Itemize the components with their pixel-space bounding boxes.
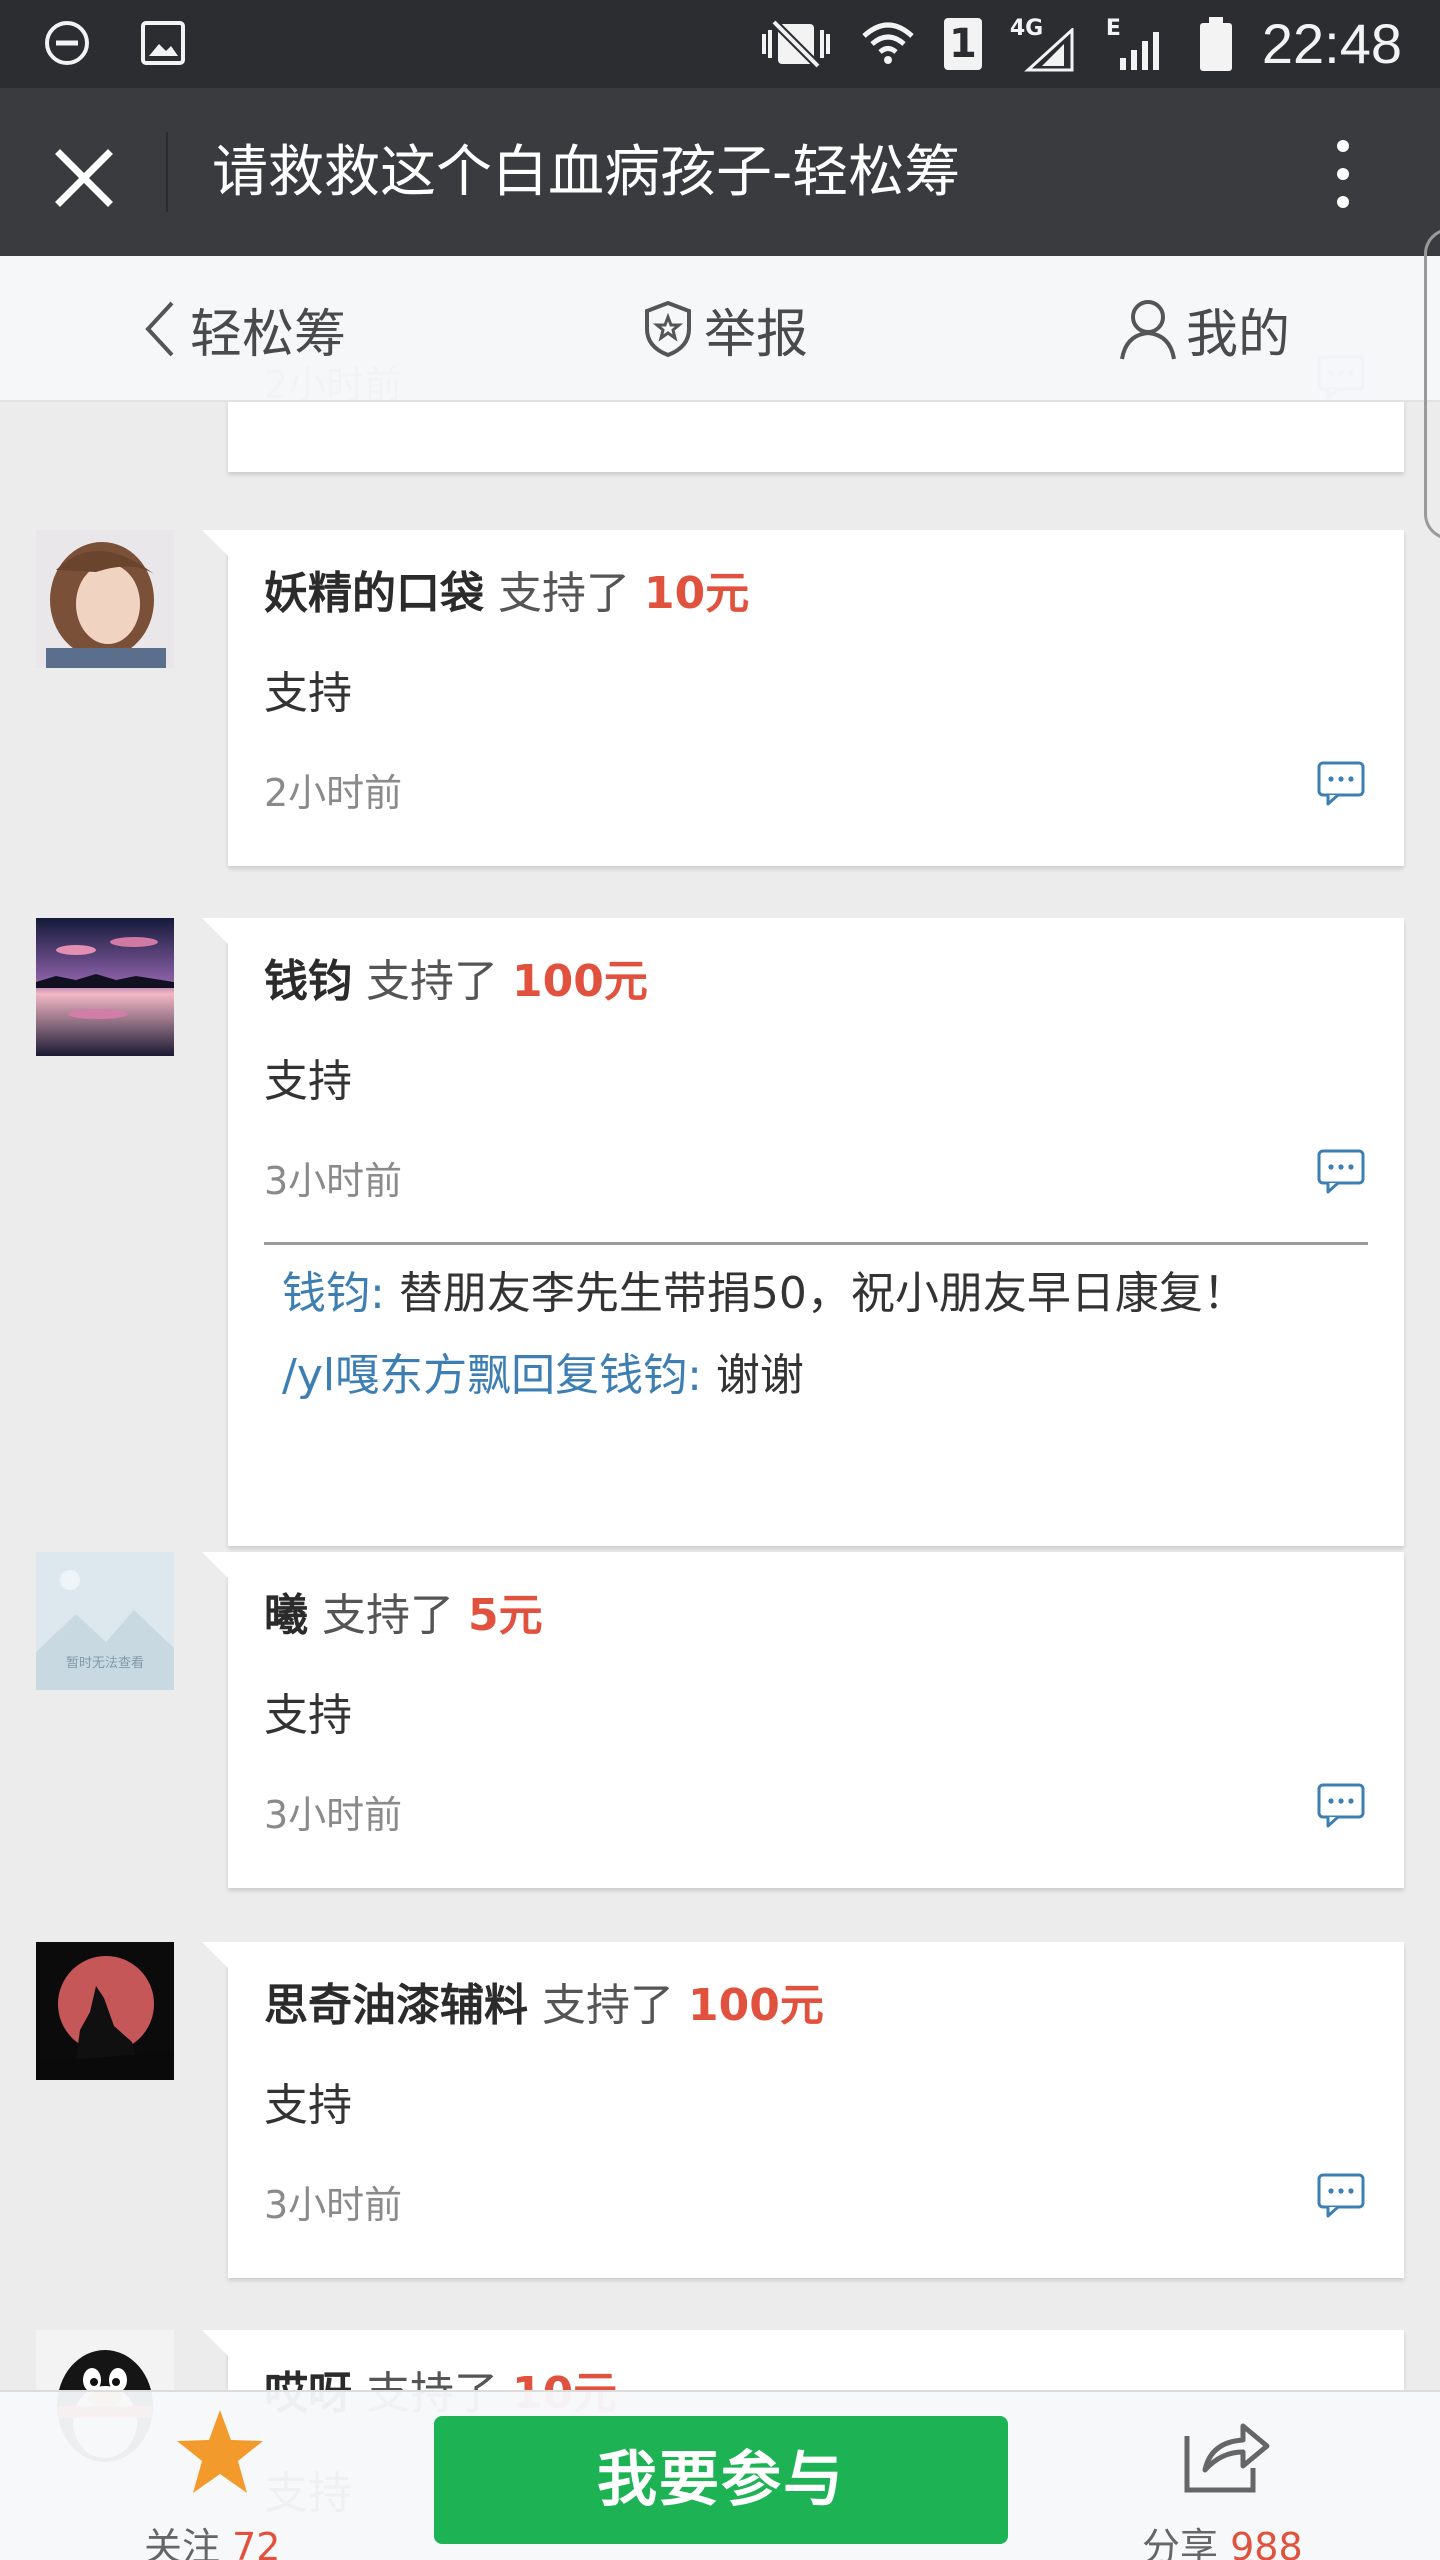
- donation-verb: 支持了: [498, 568, 630, 619]
- donation-verb: 支持了: [542, 1980, 674, 2031]
- mine-label: 我的: [1186, 304, 1291, 365]
- follow-label: 关注 72: [144, 2516, 280, 2560]
- image-icon: [141, 21, 185, 65]
- post-time: 3小时前: [264, 2183, 403, 2227]
- donation-amount: 10元: [644, 568, 750, 619]
- donor-name[interactable]: 钱钧: [264, 956, 352, 1007]
- donation-feed[interactable]: 2小时前 妖精的口袋: [0, 256, 1440, 2560]
- clock: 22:48: [1261, 12, 1402, 75]
- reply-text: 替朋友李先生带捐50，祝小朋友早日康复！: [398, 1268, 1247, 1319]
- follow-button[interactable]: 关注 72: [144, 2406, 290, 2560]
- avatar[interactable]: [36, 1942, 174, 2080]
- back-button[interactable]: 轻松筹: [140, 296, 346, 365]
- post-time: 3小时前: [264, 1159, 403, 1203]
- reply-thread: 钱钧: 替朋友李先生带捐50，祝小朋友早日康复！ /yl嘎东方飘回复钱钧: 谢谢: [264, 1242, 1368, 1407]
- donor-name[interactable]: 曦: [264, 1590, 308, 1641]
- app-root: 2小时前 妖精的口袋: [0, 0, 1440, 2560]
- share-count: 988: [1230, 2525, 1303, 2560]
- user-icon: [1120, 300, 1176, 360]
- donation-card: 钱钧 支持了 100元 支持 3小时前 钱钧: 替朋友李先生带捐50，祝小朋友早…: [202, 918, 1404, 1546]
- donation-card: 妖精的口袋 支持了 10元 支持 2小时前: [202, 530, 1404, 866]
- donation-header: 钱钧 支持了 100元: [264, 952, 648, 1012]
- signal-bars-icon: [1119, 32, 1159, 70]
- donation-header: 妖精的口袋 支持了 10元: [264, 564, 749, 624]
- donation-message: 支持: [264, 1056, 352, 1107]
- donation-message: 支持: [264, 2080, 352, 2131]
- donation-message: 支持: [264, 1690, 352, 1741]
- comment-icon[interactable]: [1316, 1780, 1366, 1830]
- avatar[interactable]: [36, 918, 174, 1056]
- star-icon: [177, 2410, 263, 2493]
- share-text: 分享: [1142, 2525, 1219, 2560]
- title-divider: [166, 132, 168, 212]
- donor-name[interactable]: 妖精的口袋: [264, 568, 484, 619]
- comment-icon[interactable]: [1316, 1146, 1366, 1196]
- donation-card: 思奇油漆辅料 支持了 100元 支持 3小时前: [202, 1942, 1404, 2278]
- reply-item[interactable]: /yl嘎东方飘回复钱钧: 谢谢: [264, 1345, 1368, 1407]
- title-bar: 请救救这个白血病孩子-轻松筹: [0, 88, 1440, 256]
- share-button[interactable]: 分享 988: [1142, 2412, 1303, 2560]
- list-item: 思奇油漆辅料 支持了 100元 支持 3小时前: [0, 1942, 1440, 2282]
- list-item: 妖精的口袋 支持了 10元 支持 2小时前: [0, 530, 1440, 870]
- close-icon[interactable]: [44, 138, 124, 218]
- back-label: 轻松筹: [190, 304, 347, 365]
- donation-verb: 支持了: [366, 956, 498, 1007]
- more-vertical-icon[interactable]: [1318, 132, 1368, 216]
- reply-text: 谢谢: [715, 1350, 804, 1401]
- comment-icon[interactable]: [1316, 2170, 1366, 2220]
- share-label: 分享 988: [1142, 2516, 1303, 2560]
- donation-message: 支持: [264, 668, 352, 719]
- donation-amount: 100元: [688, 1980, 824, 2031]
- post-time: 2小时前: [264, 771, 403, 815]
- donation-header: 曦 支持了 5元: [264, 1586, 543, 1646]
- report-button[interactable]: 举报: [642, 296, 808, 365]
- avatar-placeholder[interactable]: 暂时无法查看: [36, 1552, 174, 1690]
- report-label: 举报: [704, 304, 809, 365]
- signal-icon: [1023, 28, 1074, 72]
- post-time: 3小时前: [264, 1793, 403, 1837]
- follow-text: 关注: [144, 2525, 221, 2560]
- list-item: 钱钧 支持了 100元 支持 3小时前 钱钧: 替朋友李先生带捐50，祝小朋友早…: [0, 918, 1440, 1550]
- network-type-e: E: [1106, 16, 1170, 72]
- network-type-4g: 4G: [1010, 16, 1078, 72]
- bottom-action-bar: 关注 72 我要参与 分享 988: [0, 2390, 1440, 2560]
- donation-amount: 5元: [468, 1590, 543, 1641]
- page-title: 请救救这个白血病孩子-轻松筹: [212, 140, 961, 205]
- donation-card: 曦 支持了 5元 支持 3小时前: [202, 1552, 1404, 1888]
- donation-amount: 100元: [512, 956, 648, 1007]
- wifi-icon: [862, 22, 914, 64]
- mine-button[interactable]: 我的: [1118, 296, 1290, 365]
- donor-name[interactable]: 思奇油漆辅料: [264, 1980, 528, 2031]
- avatar-caption: 暂时无法查看: [65, 1656, 144, 1671]
- comment-icon[interactable]: [1316, 758, 1366, 808]
- mute-vibrate-icon: [761, 19, 830, 69]
- shield-icon: [645, 300, 691, 358]
- battery-icon: [1199, 17, 1232, 71]
- reply-item[interactable]: 钱钧: 替朋友李先生带捐50，祝小朋友早日康复！: [264, 1263, 1264, 1325]
- reply-author[interactable]: 钱钧:: [282, 1268, 385, 1319]
- join-button[interactable]: 我要参与: [434, 2416, 1008, 2544]
- donation-verb: 支持了: [322, 1590, 454, 1641]
- sim-1-icon: 1: [943, 18, 982, 70]
- minus-circle-icon: [45, 21, 89, 65]
- follow-count: 72: [232, 2525, 281, 2560]
- donation-header: 思奇油漆辅料 支持了 100元: [264, 1976, 824, 2036]
- edge-handle[interactable]: [1424, 228, 1440, 540]
- avatar[interactable]: [36, 530, 174, 668]
- share-icon: [1184, 2423, 1270, 2493]
- sub-navigation: 轻松筹 举报 我的: [0, 256, 1440, 402]
- chevron-left-icon: [145, 301, 174, 357]
- status-bar: 1 4G E 22:48: [0, 0, 1440, 88]
- list-item: 暂时无法查看 曦 支持了 5元 支持 3小时前: [0, 1552, 1440, 1892]
- reply-author[interactable]: /yl嘎东方飘回复钱钧:: [282, 1350, 702, 1401]
